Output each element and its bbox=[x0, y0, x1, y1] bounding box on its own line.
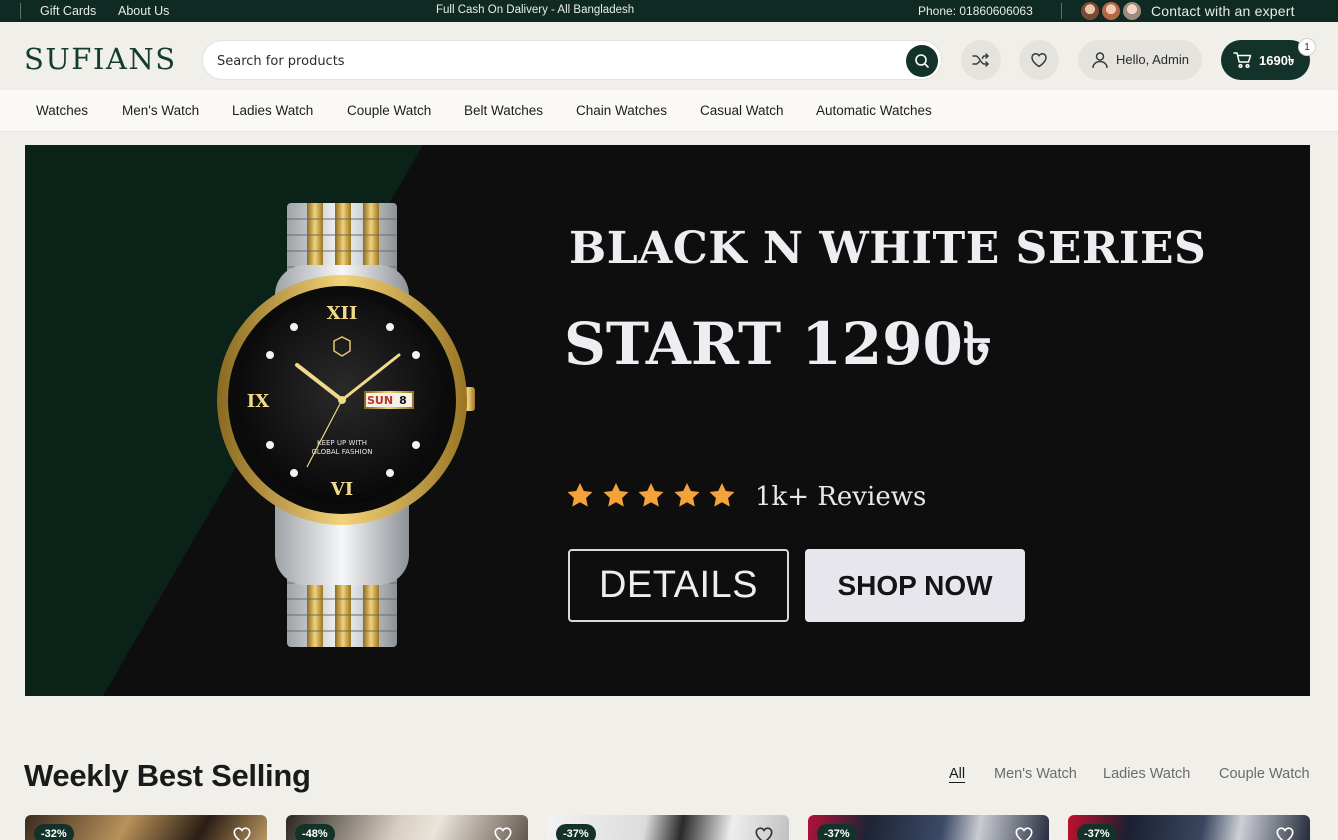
search-input[interactable] bbox=[217, 51, 897, 71]
top-bar: Gift Cards About Us Full Cash On Daliver… bbox=[0, 0, 1338, 22]
wishlist-button[interactable] bbox=[1019, 40, 1059, 80]
search-button[interactable] bbox=[906, 45, 938, 77]
svg-text:XII: XII bbox=[327, 303, 358, 324]
hero-price: START 1290৳ bbox=[564, 310, 992, 378]
nav-item-chain-watches[interactable]: Chain Watches bbox=[576, 103, 667, 118]
hero-title: BLACK N WHITE SERIES bbox=[569, 223, 1207, 274]
details-button[interactable]: DETAILS bbox=[568, 549, 789, 622]
heart-icon[interactable] bbox=[492, 824, 514, 840]
cart-count-badge: 1 bbox=[1298, 38, 1316, 56]
search-bar bbox=[202, 40, 942, 80]
shuffle-icon bbox=[972, 53, 989, 67]
product-card[interactable]: -37% bbox=[808, 815, 1049, 840]
tab-ladies-watch[interactable]: Ladies Watch bbox=[1103, 766, 1190, 782]
nav-item-mens-watch[interactable]: Men's Watch bbox=[122, 103, 199, 118]
discount-badge: -37% bbox=[556, 824, 596, 840]
announcement-text: Full Cash On Dalivery - All Bangladesh bbox=[436, 4, 635, 16]
avatar bbox=[1101, 1, 1121, 21]
heart-icon bbox=[1031, 53, 1047, 68]
user-icon bbox=[1092, 52, 1108, 69]
star-icon bbox=[638, 483, 664, 507]
tab-mens-watch[interactable]: Men's Watch bbox=[994, 766, 1077, 782]
shop-now-button[interactable]: SHOP NOW bbox=[805, 549, 1025, 622]
heart-icon[interactable] bbox=[231, 824, 253, 840]
phone-text: Phone: 01860606063 bbox=[918, 4, 1033, 18]
reviews-count: 1k+ Reviews bbox=[755, 482, 927, 512]
expert-avatars bbox=[1080, 1, 1142, 21]
section-title: Weekly Best Selling bbox=[24, 758, 311, 793]
product-card[interactable]: -37% bbox=[1068, 815, 1310, 840]
cart-total: 1690৳ bbox=[1259, 53, 1295, 68]
nav-item-ladies-watch[interactable]: Ladies Watch bbox=[232, 103, 313, 118]
nav-item-couple-watch[interactable]: Couple Watch bbox=[347, 103, 431, 118]
star-icon bbox=[709, 483, 735, 507]
category-nav: Watches Men's Watch Ladies Watch Couple … bbox=[0, 90, 1338, 132]
product-card[interactable]: -37% bbox=[547, 815, 789, 840]
account-button[interactable]: Hello, Admin bbox=[1078, 40, 1202, 80]
contact-expert-link[interactable]: Contact with an expert bbox=[1151, 3, 1295, 19]
heart-icon[interactable] bbox=[1274, 824, 1296, 840]
svg-text:IX: IX bbox=[247, 391, 269, 412]
watch-date-num: 8 bbox=[399, 394, 407, 407]
discount-badge: -37% bbox=[817, 824, 857, 840]
discount-badge: -37% bbox=[1077, 824, 1117, 840]
nav-item-automatic-watches[interactable]: Automatic Watches bbox=[816, 103, 932, 118]
logo[interactable]: SUFIANS bbox=[24, 42, 177, 76]
avatar bbox=[1080, 1, 1100, 21]
compare-button[interactable] bbox=[961, 40, 1001, 80]
divider bbox=[20, 3, 21, 19]
watch-image: XII VI IX SUN 8 KEEP UP WITH GLOBAL FASH… bbox=[217, 203, 475, 647]
account-label: Hello, Admin bbox=[1116, 52, 1189, 67]
avatar bbox=[1122, 1, 1142, 21]
dial-text-2: GLOBAL FASHION bbox=[312, 448, 373, 456]
tab-all[interactable]: All bbox=[949, 766, 965, 782]
product-card[interactable]: -48% bbox=[286, 815, 528, 840]
star-icon bbox=[567, 483, 593, 507]
nav-item-watches[interactable]: Watches bbox=[36, 103, 88, 118]
svg-text:VI: VI bbox=[330, 479, 353, 500]
hero-banner[interactable]: XII VI IX SUN 8 KEEP UP WITH GLOBAL FASH… bbox=[25, 145, 1310, 696]
header: SUFIANS Hello, Admin bbox=[0, 22, 1338, 90]
star-icon bbox=[603, 483, 629, 507]
heart-icon[interactable] bbox=[753, 824, 775, 840]
gift-cards-link[interactable]: Gift Cards bbox=[40, 4, 96, 18]
discount-badge: -48% bbox=[295, 824, 335, 840]
dial-text-1: KEEP UP WITH bbox=[317, 439, 367, 447]
about-us-link[interactable]: About Us bbox=[118, 4, 169, 18]
cart-button[interactable]: 1690৳ bbox=[1221, 40, 1310, 80]
search-icon bbox=[915, 54, 929, 68]
tab-couple-watch[interactable]: Couple Watch bbox=[1219, 766, 1310, 782]
product-card[interactable]: -32% bbox=[25, 815, 267, 840]
cart-icon bbox=[1233, 52, 1252, 69]
discount-badge: -32% bbox=[34, 824, 74, 840]
nav-item-casual-watch[interactable]: Casual Watch bbox=[700, 103, 784, 118]
watch-date-day: SUN bbox=[367, 394, 393, 407]
nav-item-belt-watches[interactable]: Belt Watches bbox=[464, 103, 543, 118]
divider bbox=[1061, 3, 1062, 19]
star-icon bbox=[674, 483, 700, 507]
rating-stars bbox=[565, 481, 745, 511]
heart-icon[interactable] bbox=[1013, 824, 1035, 840]
